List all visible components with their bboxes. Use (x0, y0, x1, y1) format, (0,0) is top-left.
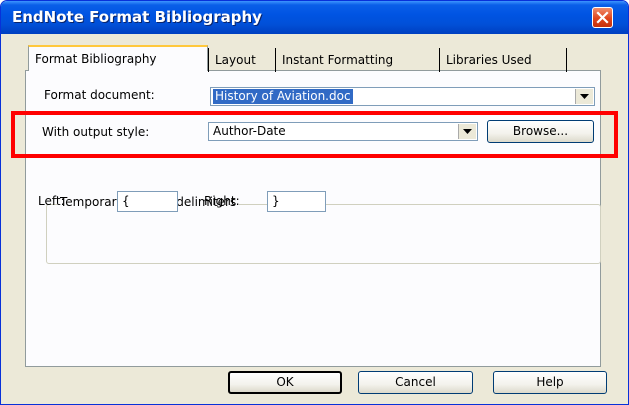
tab-label: Layout (215, 53, 256, 67)
dropdown-arrow-icon (580, 94, 589, 99)
tab-libraries-used[interactable]: Libraries Used (439, 48, 567, 72)
format-document-select[interactable]: History of Aviation.doc (210, 87, 595, 106)
tab-label: Format Bibliography (35, 52, 157, 66)
dialog-window: EndNote Format Bibliography Format Bibli… (0, 0, 629, 405)
help-button[interactable]: Help (493, 371, 607, 394)
tab-layout[interactable]: Layout (208, 48, 275, 72)
close-button[interactable] (592, 7, 613, 28)
highlight-box (11, 111, 618, 158)
dropdown-button[interactable] (575, 89, 593, 104)
right-delimiter-input[interactable]: } (267, 191, 326, 212)
tab-format-bibliography[interactable]: Format Bibliography (28, 45, 208, 71)
tab-instant-formatting[interactable]: Instant Formatting (275, 48, 439, 72)
format-document-label: Format document: (44, 88, 155, 102)
right-delimiter-label: Right: (204, 194, 240, 208)
close-icon (596, 11, 609, 24)
tab-label: Instant Formatting (282, 53, 394, 67)
ok-button[interactable]: OK (228, 371, 342, 394)
title-bar[interactable]: EndNote Format Bibliography (1, 1, 628, 34)
left-delimiter-label: Left: (38, 194, 65, 208)
tab-label: Libraries Used (446, 53, 532, 67)
left-delimiter-input[interactable]: { (117, 191, 178, 212)
window-title: EndNote Format Bibliography (12, 8, 262, 26)
dialog-body: Format Bibliography Layout Instant Forma… (5, 34, 624, 400)
delimiters-group (46, 204, 601, 264)
format-document-value: History of Aviation.doc (213, 89, 353, 104)
cancel-button[interactable]: Cancel (358, 371, 473, 394)
